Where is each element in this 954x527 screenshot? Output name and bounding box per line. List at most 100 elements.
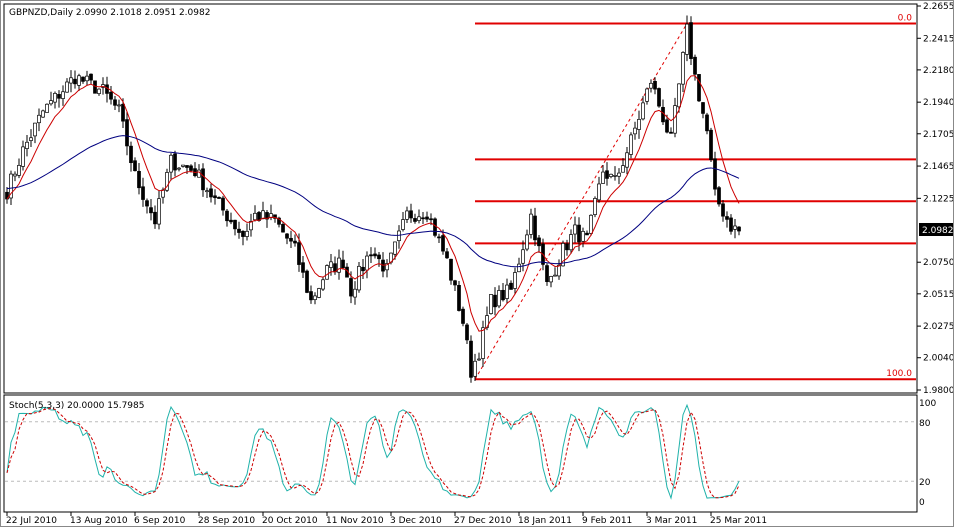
stoch-tick-label: 20 (919, 478, 931, 488)
candle-bull (633, 127, 637, 135)
candle-bear (701, 102, 705, 114)
candle-bull (557, 264, 561, 277)
candle-bull (733, 225, 737, 230)
candle-bull (629, 134, 633, 155)
candle-bull (205, 190, 209, 193)
candle-bear (449, 258, 453, 281)
candle-bear (421, 217, 425, 220)
candle-bear (305, 270, 309, 293)
candle-bull (97, 88, 101, 94)
candle-bear (189, 165, 193, 171)
candle-bull (177, 167, 181, 170)
x-tick-label: 13 Aug 2010 (70, 516, 128, 526)
candle-bull (29, 137, 33, 141)
candle-bear (233, 219, 237, 230)
candle-bear (341, 259, 345, 269)
candle-bear (237, 228, 241, 233)
candle-bull (573, 224, 577, 235)
candle-bull (117, 104, 121, 107)
candle-bull (329, 261, 333, 268)
candle-bear (429, 218, 433, 221)
candle-bull (581, 231, 585, 242)
candle-bull (53, 93, 57, 103)
candle-bull (25, 141, 29, 149)
candle-bear (113, 99, 117, 106)
candle-bear (469, 340, 473, 378)
candle-bear (721, 203, 725, 217)
candle-bear (109, 91, 113, 100)
fast-ma-line (6, 75, 740, 332)
y-tick-label: 2.0275 (923, 322, 954, 332)
fib-level-label: 0.0 (898, 13, 913, 23)
candle-bull (513, 272, 517, 289)
candle-bear (377, 254, 381, 260)
candle-bear (445, 251, 449, 259)
candle-bull (37, 114, 41, 124)
candle-bear (577, 224, 581, 243)
candle-bull (481, 327, 485, 359)
candle-bear (713, 158, 717, 190)
candle-bear (693, 56, 697, 75)
candle-bull (261, 210, 265, 220)
candle-bull (529, 213, 533, 235)
candle-bear (93, 80, 97, 94)
candle-bear (689, 22, 693, 59)
candle-bull (21, 146, 25, 167)
candle-bull (181, 164, 185, 167)
x-tick-label: 3 Dec 2010 (390, 516, 442, 526)
chart-window[interactable]: 0.0 100.0 2.2655 2.2415 2.2180 2.1940 2.1705 2… (0, 0, 954, 527)
candle-bear (213, 195, 217, 199)
x-tick-label: 9 Feb 2011 (582, 516, 632, 526)
x-tick-label: 6 Sep 2010 (134, 516, 186, 526)
candle-bull (325, 265, 329, 280)
y-tick-label: 2.2180 (923, 66, 954, 76)
x-tick-label: 27 Dec 2010 (454, 516, 512, 526)
candle-bear (361, 266, 365, 272)
candle-bear (665, 119, 669, 133)
candle-bull (473, 360, 477, 377)
candle-bear (297, 242, 301, 265)
candle-bear (669, 131, 673, 134)
candle-bear (501, 289, 505, 301)
y-tick-label: 2.0040 (923, 354, 954, 364)
candle-bull (645, 88, 649, 102)
candle-bull (593, 198, 597, 215)
candle-bear (437, 236, 441, 239)
candle-bull (169, 154, 173, 173)
candle-bull (49, 100, 53, 105)
candle-bear (737, 226, 741, 232)
candle-bear (585, 232, 589, 236)
candle-bear (229, 219, 233, 223)
candle-bear (209, 188, 213, 198)
candle-bear (221, 197, 225, 211)
candle-bull (65, 81, 69, 93)
chart-canvas[interactable]: 0.0 100.0 2.2655 2.2415 2.2180 2.1940 2.1705 2… (1, 1, 954, 527)
stoch-tick-label: 100 (919, 399, 936, 409)
y-tick-label: 2.1940 (923, 98, 954, 108)
candle-bear (533, 215, 537, 241)
candle-bear (225, 210, 229, 222)
candle-bear (285, 233, 289, 239)
candle-bull (497, 290, 501, 307)
candle-bear (293, 240, 297, 244)
candle-bull (489, 294, 493, 314)
candle-bull (637, 119, 641, 130)
x-tick-label: 28 Sep 2010 (198, 516, 255, 526)
candle-bull (553, 274, 557, 277)
candle-bear (697, 74, 701, 102)
candle-bear (137, 170, 141, 189)
candle-bull (673, 105, 677, 134)
candle-bear (565, 243, 569, 251)
candle-bull (61, 91, 65, 99)
candle-bull (517, 263, 521, 273)
candle-bull (405, 210, 409, 220)
candle-bear (441, 235, 445, 252)
candle-bull (317, 288, 321, 298)
candle-bear (145, 200, 149, 207)
main-panel-frame (3, 3, 918, 394)
candle-bull (641, 102, 645, 120)
candle-bull (45, 103, 49, 113)
candle-bear (509, 282, 513, 290)
candle-bull (521, 249, 525, 264)
candle-bull (253, 212, 257, 221)
